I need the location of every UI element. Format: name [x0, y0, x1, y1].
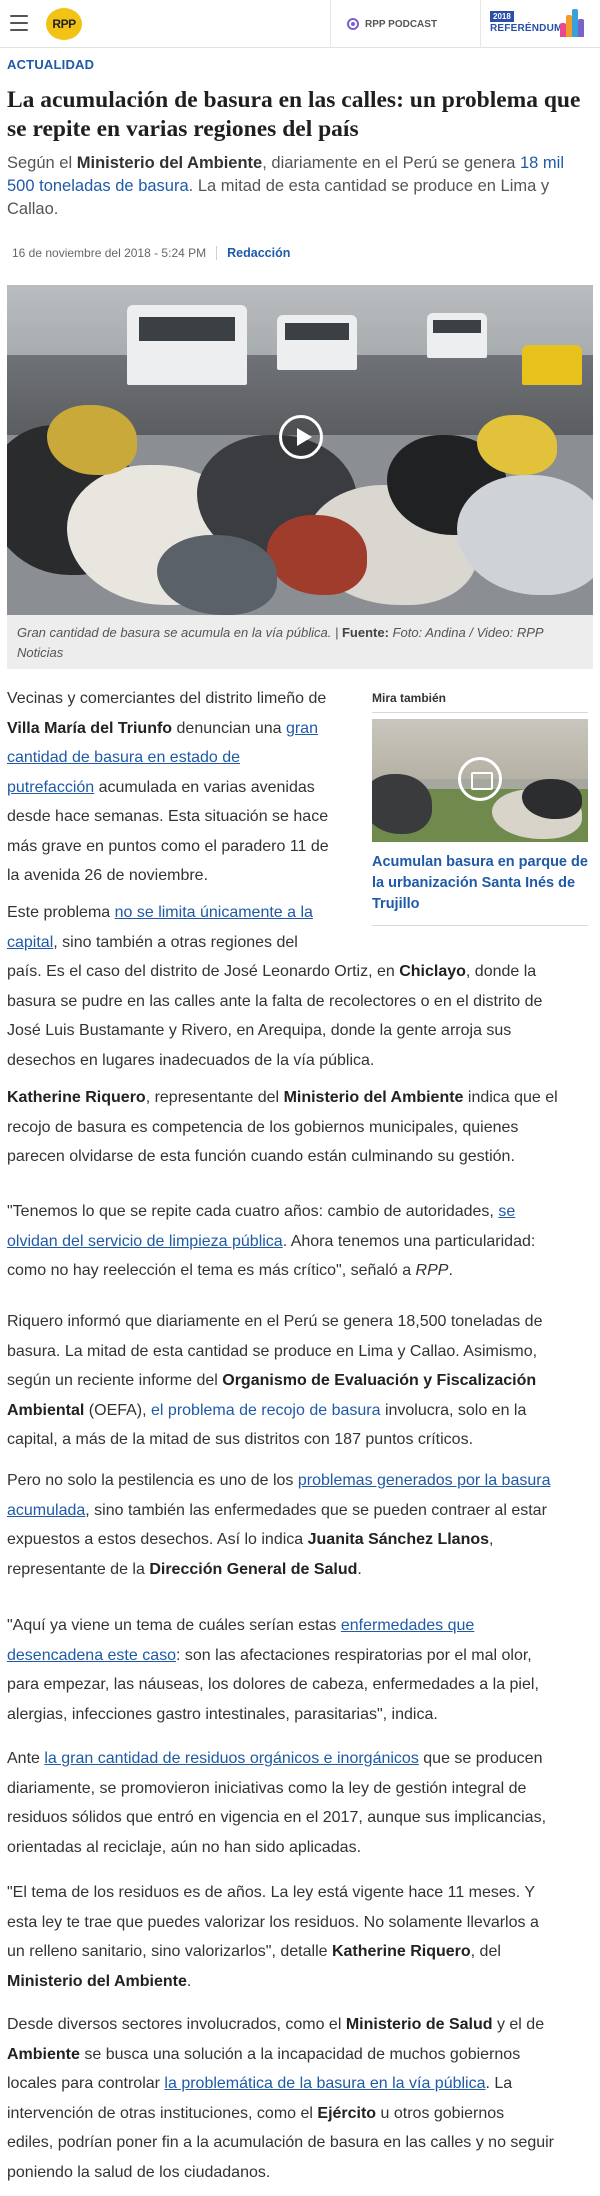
video-icon — [458, 757, 502, 801]
podcast-icon — [347, 18, 359, 30]
body-link[interactable]: enfermedades que — [341, 1617, 474, 1634]
referendum-label: REFERÉNDUM — [490, 23, 563, 34]
body-link[interactable]: el problema de recojo de basura — [151, 1402, 380, 1419]
body-link[interactable]: putrefacción — [7, 779, 94, 796]
meta-divider — [216, 246, 218, 260]
image-caption: Gran cantidad de basura se acumula en la… — [7, 615, 593, 669]
body-paragraph: Katherine Riquero, representante del Min… — [7, 1089, 558, 1165]
referendum-year: 2018 — [490, 11, 514, 22]
body-paragraph: "El tema de los residuos es de años. La … — [7, 1884, 539, 1990]
body-link[interactable]: gran — [286, 720, 318, 737]
body-link[interactable]: la gran cantidad de residuos orgánicos e… — [44, 1750, 418, 1767]
body-paragraph: "Aquí ya viene un tema de cuáles serían … — [7, 1617, 539, 1723]
body-paragraph: Desde diversos sectores involucrados, co… — [7, 2016, 554, 2181]
body-link[interactable]: se — [498, 1203, 515, 1220]
body-link[interactable]: desencadena este caso — [7, 1647, 176, 1664]
body-link[interactable]: la problemática de la basura en la vía p… — [164, 2075, 485, 2092]
body-paragraph: "Tenemos lo que se repite cada cuatro añ… — [7, 1203, 536, 1279]
podcast-link[interactable]: RPP PODCAST — [347, 16, 437, 32]
body-paragraph: Ante la gran cantidad de residuos orgáni… — [7, 1750, 547, 1856]
section-label[interactable]: ACTUALIDAD — [7, 57, 94, 72]
site-header: RPP RPP PODCAST 2018 REFERÉNDUM — [0, 0, 600, 48]
nav-divider — [330, 0, 331, 48]
body-paragraph: Riquero informó que diariamente en el Pe… — [7, 1313, 543, 1448]
related-video-thumbnail[interactable] — [372, 719, 588, 842]
publish-date: 16 de noviembre del 2018 - 5:24 PM — [12, 246, 207, 260]
hero-video[interactable] — [7, 285, 593, 615]
body-link[interactable]: capital — [7, 934, 53, 951]
article-lede: Según el Ministerio del Ambiente, diaria… — [7, 154, 564, 218]
menu-icon[interactable] — [10, 15, 28, 31]
referendum-banner[interactable]: 2018 REFERÉNDUM — [490, 9, 584, 39]
referendum-hands-icon — [560, 9, 584, 37]
body-link[interactable]: cantidad de basura en estado de — [7, 749, 240, 766]
rpp-logo[interactable]: RPP — [46, 8, 82, 40]
podcast-label: RPP PODCAST — [365, 18, 438, 30]
related-heading: Mira también — [372, 691, 588, 713]
body-link[interactable]: olvidan del servicio de limpieza pública — [7, 1233, 283, 1250]
author-link[interactable]: Redacción — [227, 246, 290, 260]
body-link[interactable]: problemas generados por la basura — [298, 1472, 551, 1489]
related-box: Mira también Acumulan basura en parque d… — [372, 691, 588, 926]
article-meta: 16 de noviembre del 2018 - 5:24 PM Redac… — [12, 244, 290, 262]
body-paragraph: Pero no solo la pestilencia es uno de lo… — [7, 1472, 551, 1578]
body-link[interactable]: no se limita únicamente a la — [115, 904, 313, 921]
nav-divider — [480, 0, 481, 48]
article-title: La acumulación de basura en las calles: … — [7, 87, 581, 142]
body-paragraph: Vecinas y comerciantes del distrito lime… — [7, 690, 329, 884]
play-icon[interactable] — [279, 415, 323, 459]
body-paragraph: Este problema no se limita únicamente a … — [7, 904, 543, 1069]
body-link[interactable]: acumulada — [7, 1502, 85, 1519]
